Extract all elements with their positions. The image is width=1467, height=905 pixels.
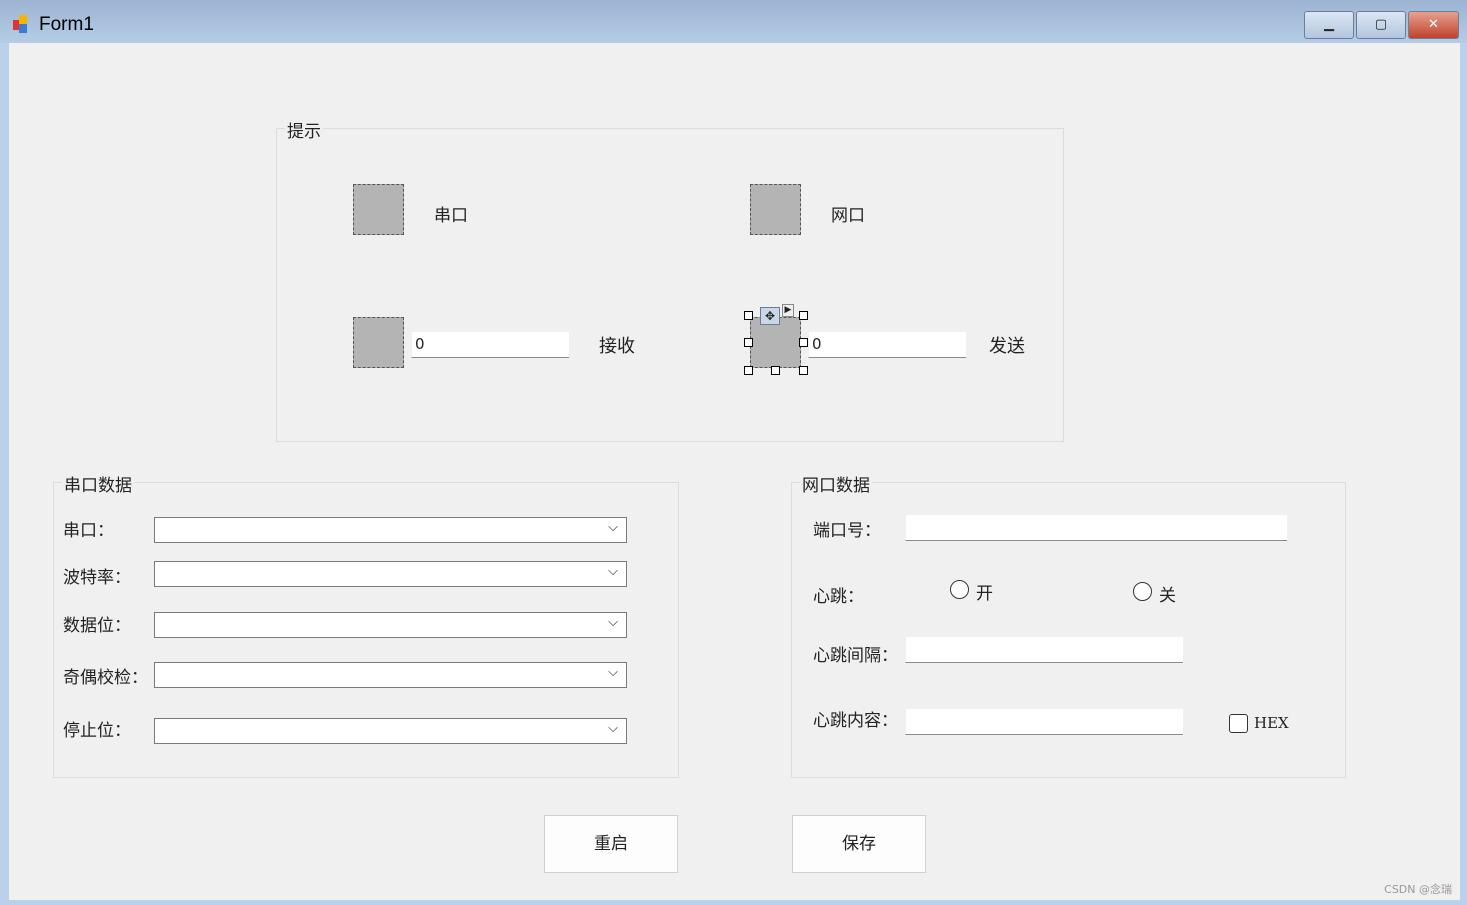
- minimize-button[interactable]: ▁: [1304, 11, 1354, 39]
- port-input[interactable]: [905, 515, 1287, 541]
- network-indicator: [750, 184, 801, 235]
- restart-button[interactable]: 重启: [544, 815, 678, 873]
- resize-handle[interactable]: [799, 311, 808, 320]
- smart-tag-icon[interactable]: ▶: [782, 304, 794, 317]
- hex-label: HEX: [1254, 714, 1289, 732]
- chevron-down-icon: ⌵: [608, 564, 618, 579]
- data-bits-label: 数据位：: [63, 616, 131, 636]
- window-title: Form1: [39, 14, 94, 35]
- heartbeat-on-radio[interactable]: [950, 580, 969, 599]
- stop-bits-combo[interactable]: ⌵: [154, 718, 627, 744]
- stop-bits-label: 停止位：: [63, 721, 131, 741]
- hint-group-title: 提示: [285, 117, 323, 142]
- heartbeat-on-label: 开: [976, 584, 993, 604]
- network-group-title: 网口数据: [800, 471, 872, 496]
- hex-checkbox[interactable]: [1229, 714, 1248, 733]
- receive-count-field[interactable]: 0: [411, 332, 569, 358]
- interval-label: 心跳间隔：: [813, 646, 898, 666]
- parity-combo[interactable]: ⌵: [154, 662, 627, 688]
- serial-indicator-label: 串口: [434, 206, 468, 226]
- resize-handle[interactable]: [744, 366, 753, 375]
- resize-handle[interactable]: [744, 311, 753, 320]
- resize-handle[interactable]: [799, 338, 808, 347]
- receive-label: 接收: [599, 336, 635, 357]
- serial-port-combo[interactable]: ⌵: [154, 517, 627, 543]
- serial-indicator: [353, 184, 404, 235]
- port-label: 端口号：: [813, 521, 881, 541]
- move-glyph-icon[interactable]: ✥: [760, 307, 780, 325]
- heartbeat-off-radio[interactable]: [1133, 582, 1152, 601]
- interval-input[interactable]: [905, 637, 1183, 663]
- form-client: 提示 串口 网口 0 接收 ✥ ▶ 0 发送 串口数据 串口： ⌵ 波特率： ⌵…: [9, 43, 1460, 900]
- chevron-down-icon: ⌵: [608, 665, 618, 680]
- resize-handle[interactable]: [799, 366, 808, 375]
- parity-label: 奇偶校检：: [63, 668, 148, 688]
- maximize-button[interactable]: ▢: [1356, 11, 1406, 39]
- receive-indicator: [353, 317, 404, 368]
- chevron-down-icon: ⌵: [608, 721, 618, 736]
- baud-rate-combo[interactable]: ⌵: [154, 561, 627, 587]
- resize-handle[interactable]: [771, 366, 780, 375]
- content-label: 心跳内容：: [813, 711, 898, 731]
- serial-port-label: 串口：: [63, 521, 114, 541]
- serial-group-title: 串口数据: [62, 471, 134, 496]
- network-group: 网口数据 端口号： 心跳： 开 关 心跳间隔： 心跳内容： HEX: [791, 471, 1346, 778]
- save-button[interactable]: 保存: [792, 815, 926, 873]
- content-input[interactable]: [905, 709, 1183, 735]
- heartbeat-off-label: 关: [1159, 586, 1176, 606]
- title-bar: Form1 ▁ ▢ ✕: [0, 0, 1467, 43]
- serial-group: 串口数据 串口： ⌵ 波特率： ⌵ 数据位： ⌵ 奇偶校检： ⌵ 停止位： ⌵: [53, 471, 679, 778]
- heartbeat-label: 心跳：: [813, 587, 864, 607]
- baud-rate-label: 波特率：: [63, 568, 131, 588]
- hint-group: 提示 串口 网口 0 接收 ✥ ▶ 0 发送: [276, 117, 1064, 442]
- data-bits-combo[interactable]: ⌵: [154, 612, 627, 638]
- app-icon: [13, 15, 27, 33]
- send-label: 发送: [989, 336, 1025, 357]
- chevron-down-icon: ⌵: [608, 615, 618, 630]
- close-button[interactable]: ✕: [1408, 11, 1459, 39]
- watermark: CSDN @念瑞: [1384, 883, 1452, 896]
- resize-handle[interactable]: [744, 338, 753, 347]
- chevron-down-icon: ⌵: [608, 520, 618, 535]
- send-count-field[interactable]: 0: [808, 332, 966, 358]
- network-indicator-label: 网口: [831, 206, 865, 226]
